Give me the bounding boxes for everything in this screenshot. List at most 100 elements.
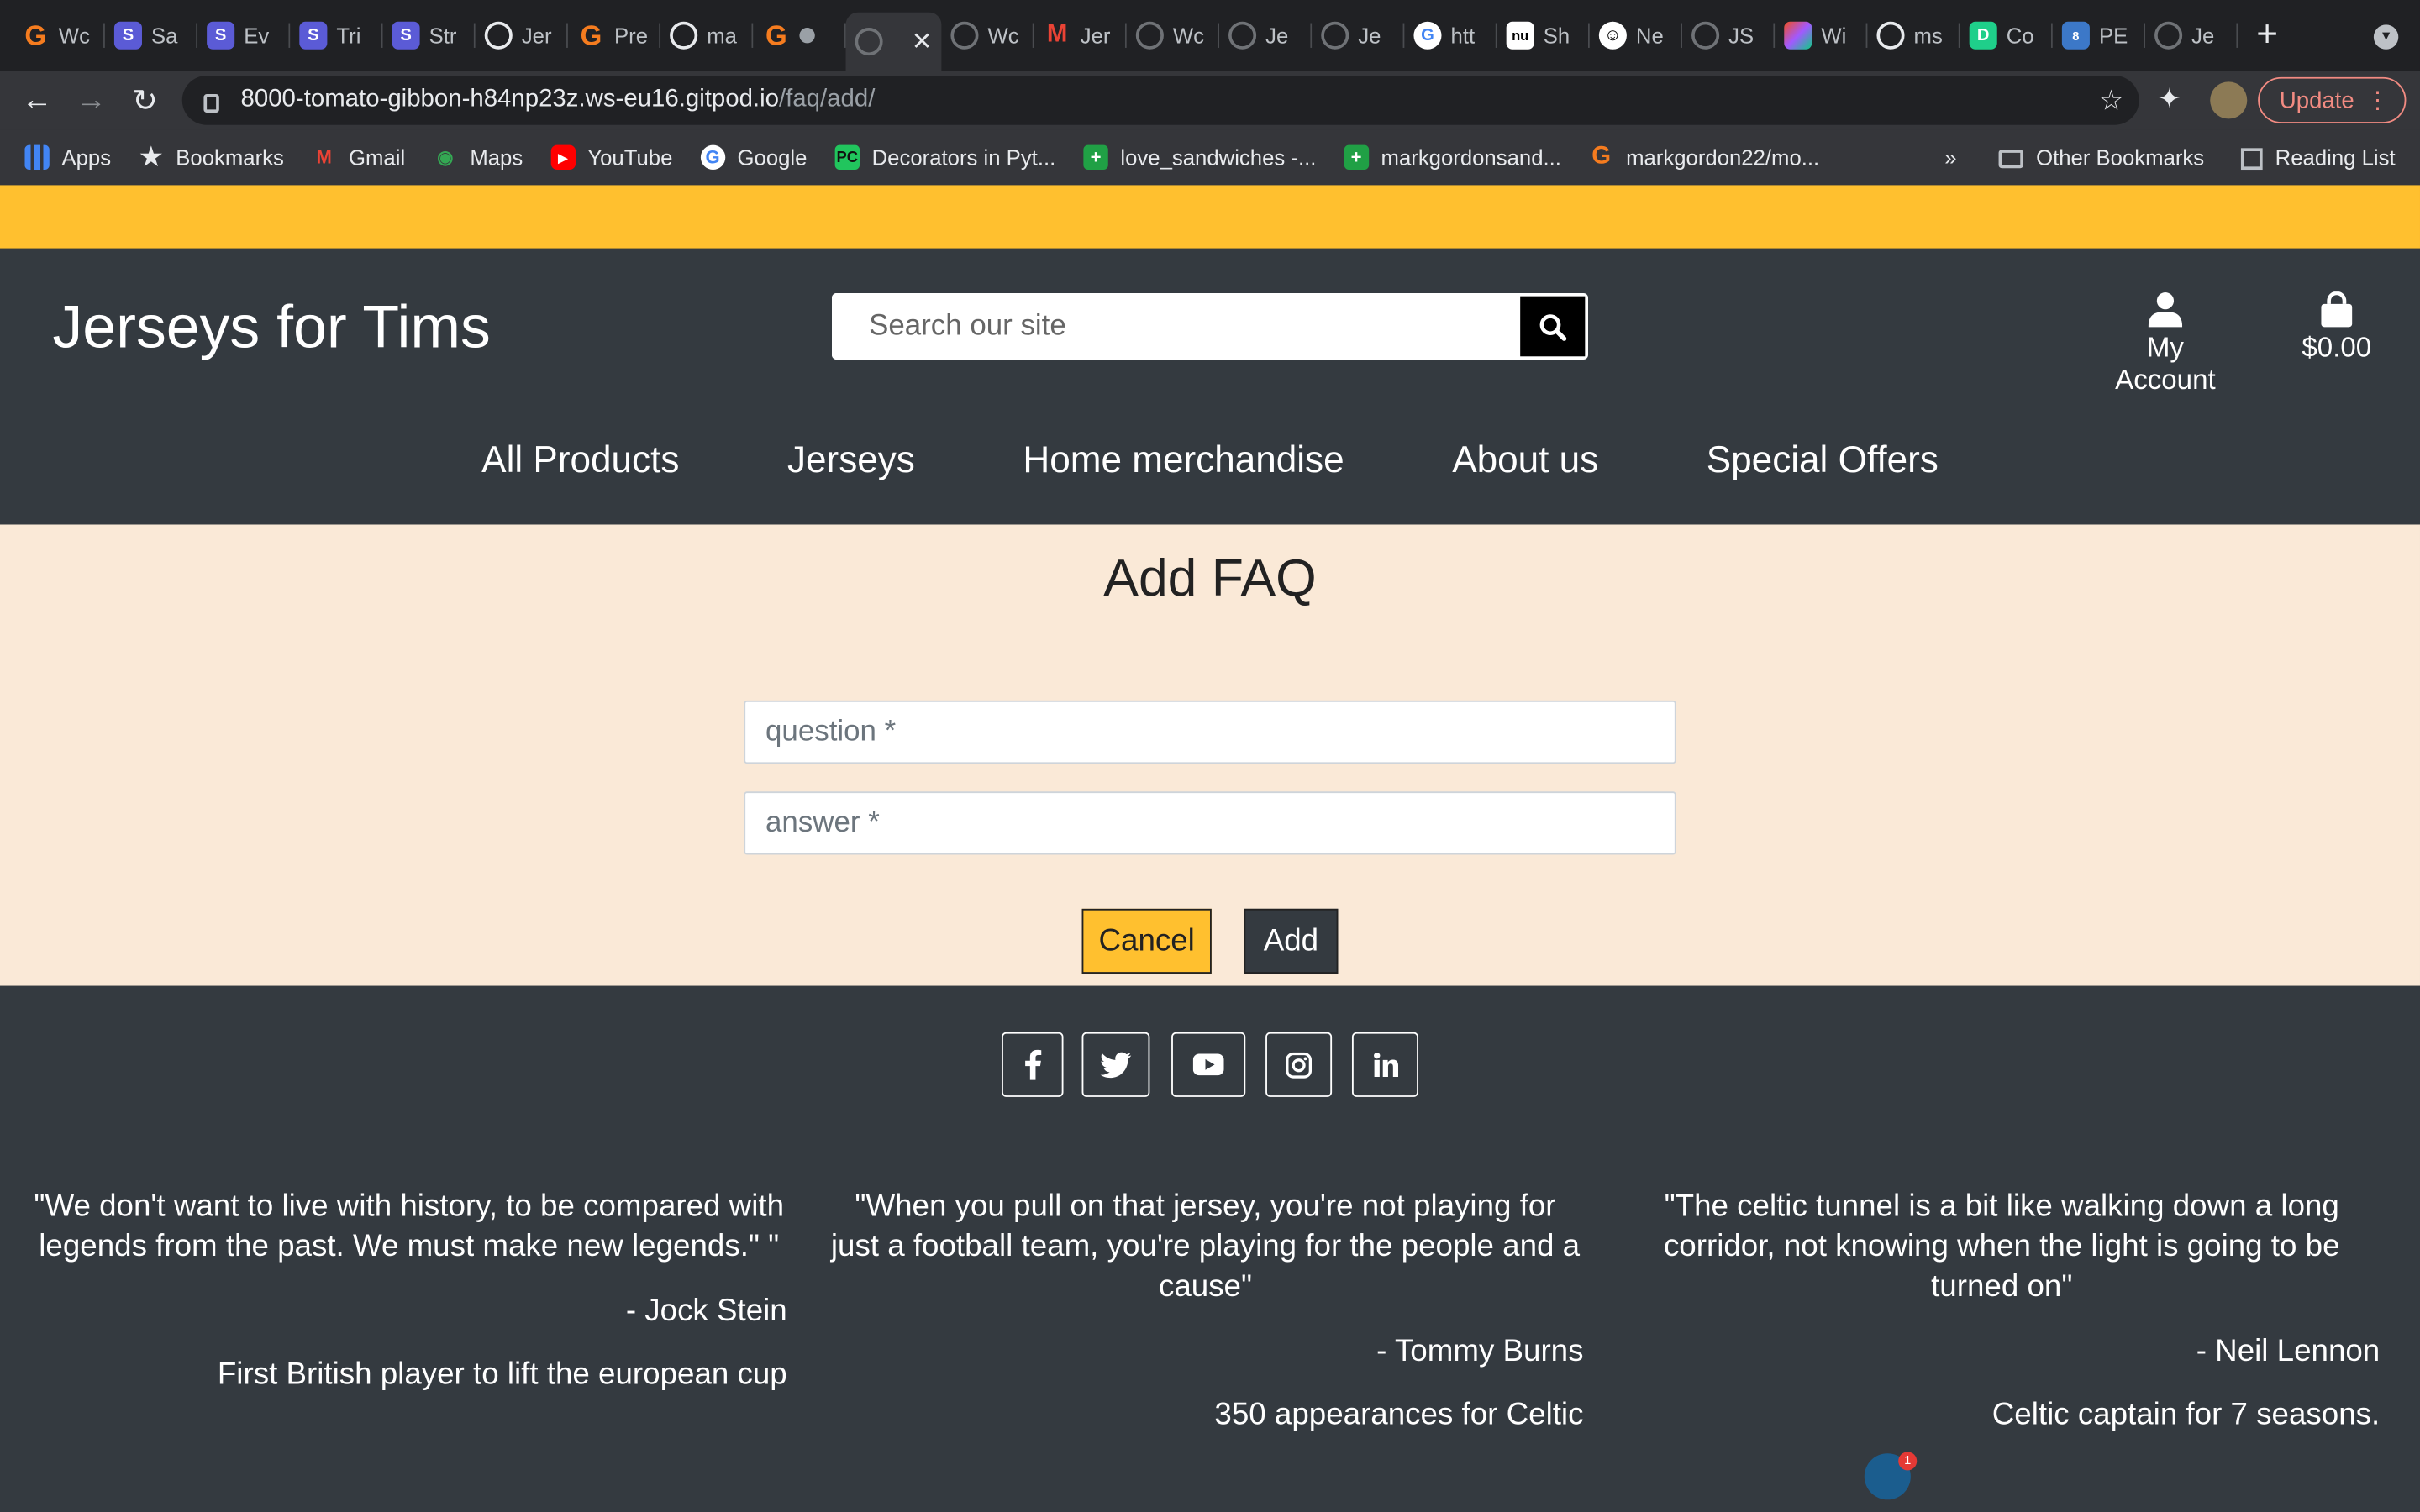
quote-card: "We don't want to live with history, to … bbox=[31, 1186, 787, 1393]
youtube-icon: ▶ bbox=[550, 144, 576, 171]
browser-tab[interactable]: Je bbox=[1312, 9, 1405, 61]
browser-tab[interactable]: S Tri bbox=[290, 9, 383, 61]
nav-home-merchandise[interactable]: Home merchandise bbox=[1023, 439, 1344, 482]
browser-tab[interactable]: ☺ Ne bbox=[1590, 9, 1683, 61]
other-bookmarks[interactable]: Other Bookmarks bbox=[1998, 145, 2204, 170]
browser-tab[interactable]: G Pre bbox=[568, 9, 661, 61]
author-link-neil-lennon[interactable]: Neil Lennon bbox=[2215, 1335, 2380, 1368]
browser-tab-active[interactable]: ✕ bbox=[845, 12, 942, 71]
browser-tab[interactable]: Jer bbox=[476, 9, 568, 61]
my-account-link[interactable]: My Account bbox=[2096, 291, 2234, 396]
reading-list[interactable]: Reading List bbox=[2241, 144, 2396, 171]
bookmark-label: Maps bbox=[470, 144, 523, 171]
bookmark-decorators[interactable]: PC Decorators in Pyt... bbox=[834, 144, 1055, 171]
update-button[interactable]: Update ⋮ bbox=[2258, 76, 2407, 123]
globe-icon bbox=[1321, 21, 1349, 50]
unsaved-dot-icon bbox=[799, 28, 815, 44]
instagram-link[interactable] bbox=[1265, 1032, 1333, 1097]
back-button[interactable]: ← bbox=[20, 82, 54, 117]
tab-title: Wc bbox=[1172, 23, 1205, 48]
quote-text: "The celtic tunnel is a bit like walking… bbox=[1663, 1189, 2340, 1305]
globe-icon bbox=[950, 21, 979, 50]
github-icon bbox=[670, 21, 698, 50]
browser-tab[interactable]: Je bbox=[2145, 9, 2238, 61]
bookmarks-overflow-button[interactable]: » bbox=[1944, 145, 1956, 170]
gitpod-icon: G bbox=[580, 18, 602, 50]
quote-note: First British player to lift the europea… bbox=[217, 1357, 787, 1392]
browser-tab[interactable]: ma bbox=[660, 9, 754, 61]
bookmark-markgordon22[interactable]: Gmarkgordon22/mo... bbox=[1589, 144, 1820, 171]
add-button[interactable]: Add bbox=[1244, 908, 1339, 974]
bookmark-markgordonsand[interactable]: + markgordonsand... bbox=[1344, 144, 1561, 171]
nav-special-offers[interactable]: Special Offers bbox=[1707, 439, 1939, 482]
browser-tab[interactable]: S Sa bbox=[105, 9, 198, 61]
cancel-button[interactable]: Cancel bbox=[1081, 908, 1212, 974]
facebook-link[interactable] bbox=[1002, 1032, 1064, 1097]
browser-tab[interactable]: G Wc bbox=[13, 9, 105, 61]
browser-tab[interactable]: M Jer bbox=[1034, 9, 1127, 61]
tab-title: Ev bbox=[244, 23, 270, 48]
gitpod-icon: G bbox=[24, 18, 47, 50]
smiley-icon: ☺ bbox=[1598, 21, 1627, 50]
youtube-icon bbox=[1192, 1053, 1224, 1076]
forward-button[interactable]: → bbox=[74, 82, 108, 117]
nav-about-us[interactable]: About us bbox=[1452, 439, 1598, 482]
browser-tab[interactable]: Wc bbox=[941, 9, 1034, 61]
apps-icon bbox=[24, 144, 50, 171]
quote-dash: - bbox=[1376, 1334, 1395, 1369]
bookmark-maps[interactable]: ◉ Maps bbox=[433, 145, 523, 170]
youtube-link[interactable] bbox=[1171, 1032, 1246, 1097]
shopping-bag-icon bbox=[2321, 291, 2353, 328]
address-bar[interactable]: 8000-tomato-gibbon-h84np23z.ws-eu16.gitp… bbox=[182, 75, 2139, 125]
author-link-jock-stein[interactable]: Jock Stein bbox=[644, 1294, 786, 1328]
screen: G Wc S Sa S Ev S Tri S Str Jer G Pre ma G ✕ Wc… bbox=[0, 0, 2420, 1512]
quote-dash: - bbox=[2196, 1334, 2216, 1369]
bookmark-label: markgordon22/mo... bbox=[1626, 144, 1820, 171]
browser-tab[interactable]: S Str bbox=[383, 9, 476, 61]
bookmark-star-icon[interactable]: ☆ bbox=[2099, 84, 2124, 117]
search-input[interactable] bbox=[831, 292, 1521, 360]
reload-button[interactable]: ↻ bbox=[128, 83, 161, 118]
bookmark-google[interactable]: G Google bbox=[700, 144, 807, 171]
tab-search-icon[interactable]: ▾ bbox=[2373, 24, 2399, 50]
browser-tab[interactable]: JS bbox=[1682, 9, 1776, 61]
browser-tab[interactable]: nu Sh bbox=[1497, 9, 1590, 61]
question-field[interactable] bbox=[744, 700, 1676, 764]
nav-jerseys[interactable]: Jerseys bbox=[787, 439, 915, 482]
main-nav: All Products Jerseys Home merchandise Ab… bbox=[0, 439, 2420, 482]
bookmark-apps[interactable]: Apps bbox=[24, 144, 111, 171]
linkedin-link[interactable] bbox=[1351, 1032, 1418, 1097]
new-tab-button[interactable]: + bbox=[2256, 14, 2278, 57]
nav-all-products[interactable]: All Products bbox=[481, 439, 679, 482]
globe-icon bbox=[855, 28, 883, 56]
tab-title: Co bbox=[2006, 23, 2034, 48]
extensions-icon[interactable]: ✦ bbox=[2158, 83, 2181, 116]
tab-title: JS bbox=[1728, 23, 1754, 48]
browser-tab[interactable]: Wi bbox=[1775, 9, 1868, 61]
browser-tab[interactable]: S Ev bbox=[197, 9, 291, 61]
browser-tab[interactable]: D Co bbox=[1960, 9, 2053, 61]
browser-tab[interactable]: ms bbox=[1867, 9, 1960, 61]
browser-tab[interactable]: Ghtt bbox=[1404, 9, 1497, 61]
search-button[interactable] bbox=[1520, 296, 1586, 357]
browser-tab[interactable]: Wc bbox=[1127, 9, 1220, 61]
bookmark-youtube[interactable]: ▶ YouTube bbox=[550, 144, 672, 171]
sheets-icon: + bbox=[1083, 144, 1108, 171]
answer-field[interactable] bbox=[744, 791, 1676, 855]
avatar[interactable] bbox=[2210, 81, 2248, 119]
globe-icon bbox=[1228, 21, 1257, 50]
bookmark-gmail[interactable]: M Gmail bbox=[312, 145, 405, 170]
browser-tab[interactable]: 8 PE bbox=[2053, 9, 2146, 61]
tab-title: PE bbox=[2098, 23, 2128, 48]
search-icon bbox=[1539, 313, 1567, 340]
site-brand[interactable]: Jerseys for Tims bbox=[52, 295, 490, 363]
close-icon[interactable]: ✕ bbox=[912, 26, 933, 57]
browser-tab[interactable]: G bbox=[753, 9, 846, 61]
twitter-link[interactable] bbox=[1081, 1032, 1150, 1097]
author-link-tommy-burns[interactable]: Tommy Burns bbox=[1395, 1335, 1584, 1368]
globe-icon bbox=[2154, 21, 2183, 50]
bookmark-bookmarks[interactable]: ★ Bookmarks bbox=[139, 145, 284, 171]
browser-tab[interactable]: Je bbox=[1219, 9, 1313, 61]
cart-link[interactable]: $0.00 bbox=[2293, 291, 2380, 364]
bookmark-love-sandwiches[interactable]: + love_sandwiches -... bbox=[1083, 144, 1316, 171]
